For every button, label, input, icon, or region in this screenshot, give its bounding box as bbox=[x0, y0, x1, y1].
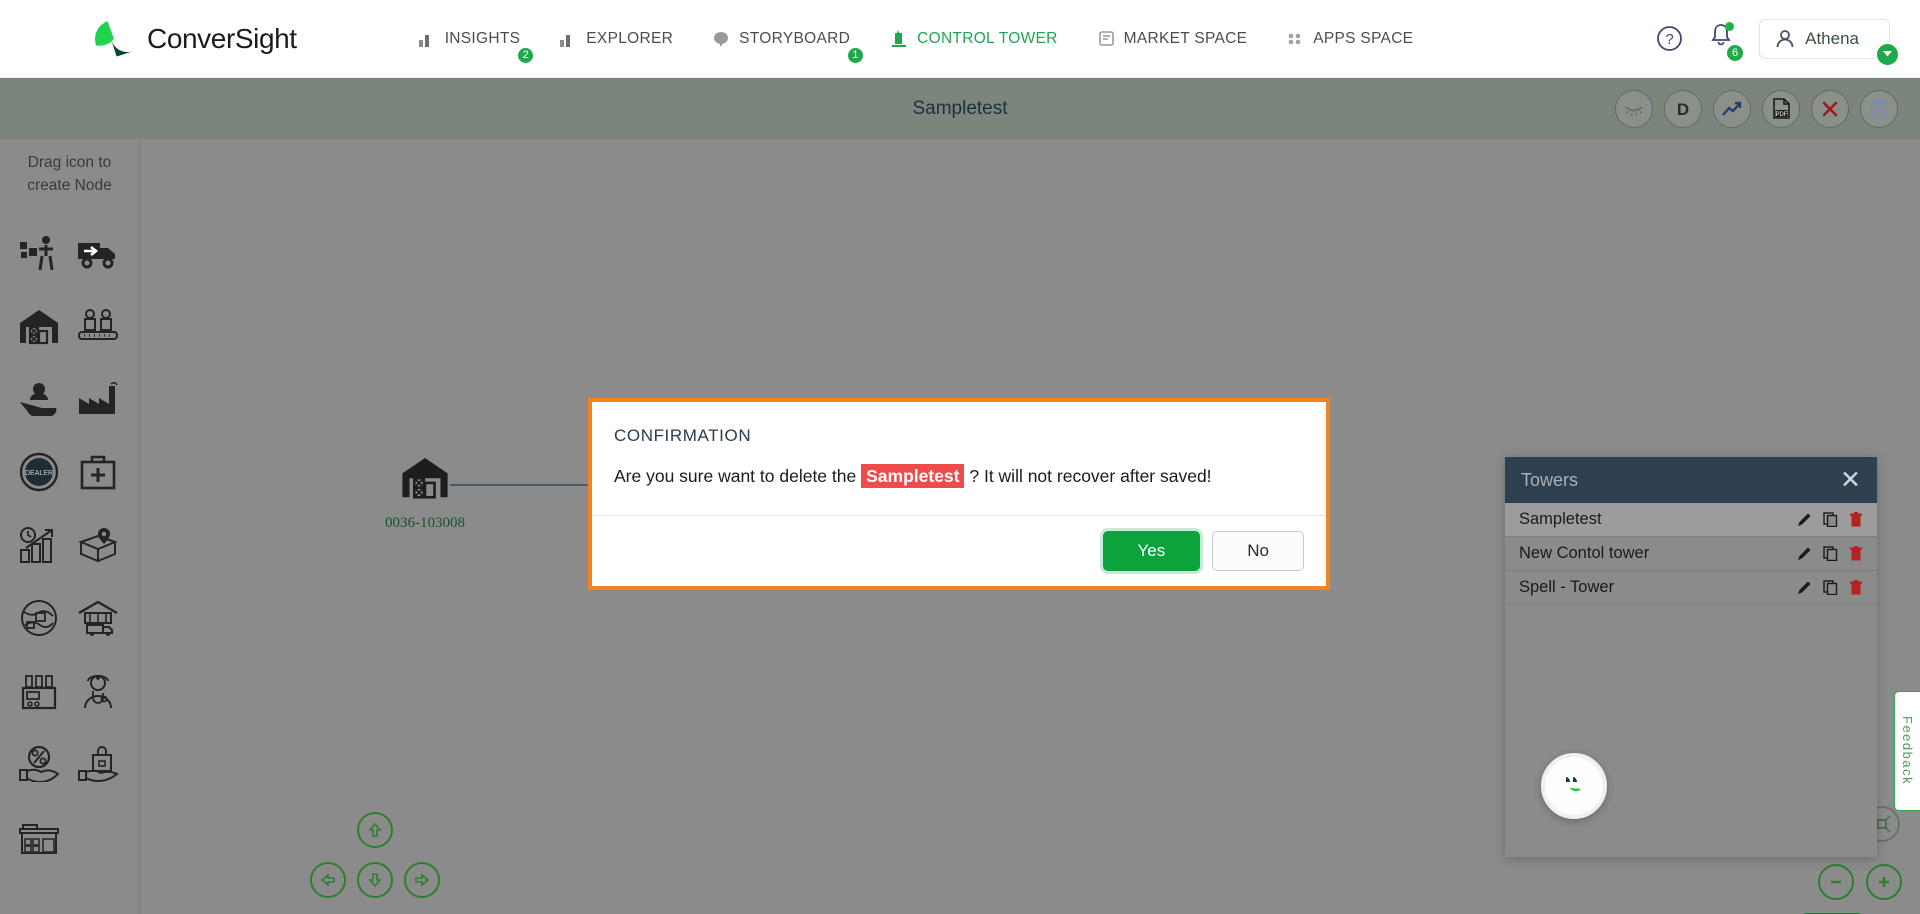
control-tower-page: ConverSight INSIGHTS 2 EXPLORER STORYBOA… bbox=[0, 0, 1920, 914]
dialog-message: Are you sure want to delete the Samplete… bbox=[592, 446, 1326, 515]
dialog-message-after: ? It will not recover after saved! bbox=[969, 466, 1212, 486]
confirmation-dialog: CONFIRMATION Are you sure want to delete… bbox=[588, 398, 1330, 590]
dialog-title: CONFIRMATION bbox=[614, 426, 752, 445]
dialog-highlight-name: Sampletest bbox=[861, 464, 965, 488]
dialog-no-button[interactable]: No bbox=[1212, 531, 1304, 571]
dialog-message-before: Are you sure want to delete the bbox=[614, 466, 857, 486]
dialog-yes-button[interactable]: Yes bbox=[1102, 531, 1201, 571]
dialog-footer: Yes No bbox=[592, 515, 1326, 586]
